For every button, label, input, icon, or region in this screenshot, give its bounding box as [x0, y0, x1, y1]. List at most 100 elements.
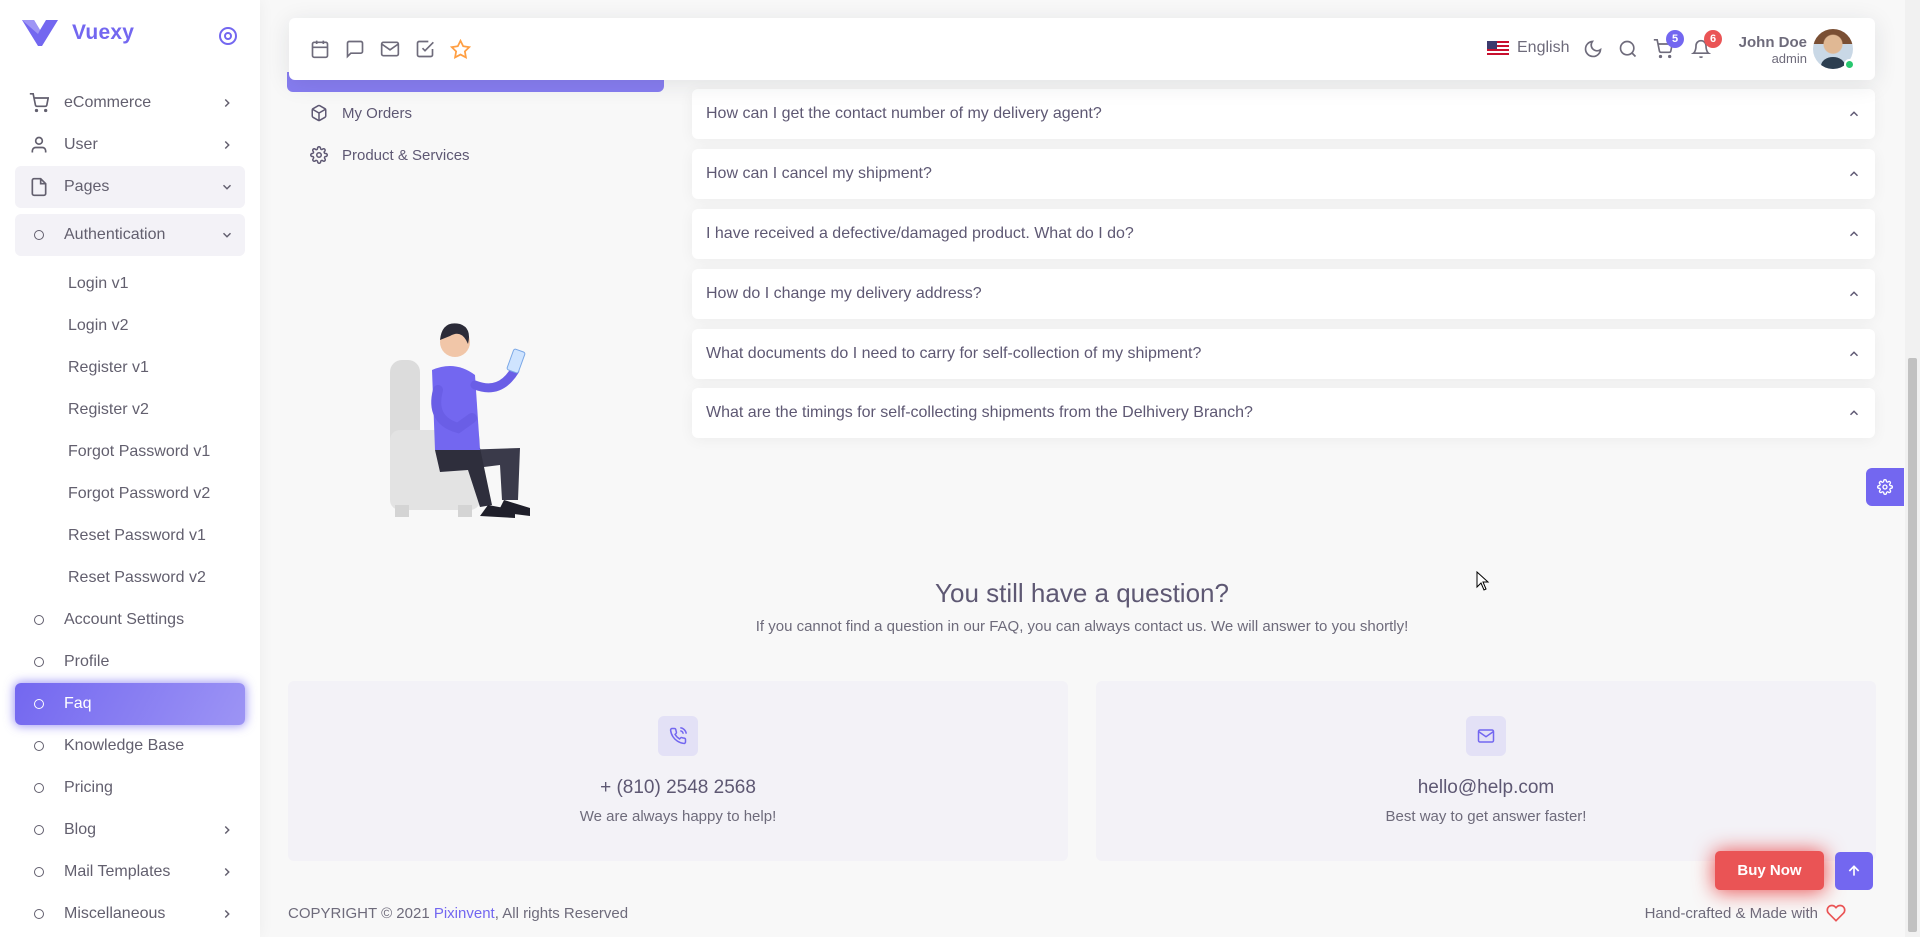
- online-status-dot: [1844, 59, 1855, 70]
- circle-icon: [28, 693, 50, 715]
- sidebar: Vuexy eCommerce User Pages Authenticatio…: [0, 0, 260, 937]
- sidebar-item-miscellaneous[interactable]: Miscellaneous: [15, 893, 245, 935]
- sidebar-item-label: User: [64, 136, 98, 153]
- chevron-right-icon: [219, 864, 235, 880]
- sidebar-subitem-forgot-password-v2[interactable]: Forgot Password v2: [68, 482, 210, 506]
- faq-illustration: [390, 323, 530, 518]
- sidebar-item-mail-templates[interactable]: Mail Templates: [15, 851, 245, 893]
- phone-icon: [658, 716, 698, 756]
- faq-question-item[interactable]: What documents do I need to carry for se…: [692, 329, 1875, 379]
- calendar-icon[interactable]: [309, 38, 331, 60]
- chevron-right-icon: [219, 137, 235, 153]
- brand-name: Vuexy: [72, 21, 135, 44]
- check-square-icon[interactable]: [414, 38, 436, 60]
- email-address[interactable]: hello@help.com: [1096, 777, 1876, 799]
- phone-note: We are always happy to help!: [579, 808, 777, 825]
- contact-section-subtitle: If you cannot find a question in our FAQ…: [755, 618, 1409, 635]
- sidebar-item-pages[interactable]: Pages: [15, 166, 245, 208]
- faq-question-item[interactable]: I have received a defective/damaged prod…: [692, 209, 1875, 259]
- bell-icon[interactable]: 6: [1690, 30, 1722, 60]
- moon-icon[interactable]: [1582, 38, 1604, 60]
- message-square-icon[interactable]: [344, 38, 366, 60]
- language-selector[interactable]: English: [1487, 39, 1569, 57]
- theme-customizer-toggle[interactable]: [1866, 468, 1904, 506]
- page-scrollbar[interactable]: [1905, 0, 1920, 937]
- faq-nav-label: My Orders: [342, 104, 413, 122]
- sidebar-item-label: Faq: [64, 695, 92, 712]
- faq-question-text: How do I change my delivery address?: [706, 285, 982, 302]
- email-contact-card: hello@help.com Best way to get answer fa…: [1096, 681, 1876, 861]
- scrollbar-thumb[interactable]: [1908, 358, 1917, 932]
- sidebar-item-profile[interactable]: Profile: [15, 641, 245, 683]
- sidebar-subitem-login-v1[interactable]: Login v1: [68, 272, 129, 296]
- email-note: Best way to get answer faster!: [1385, 808, 1587, 825]
- sidebar-item-label: Authentication: [64, 226, 166, 243]
- chevron-right-icon: [219, 95, 235, 111]
- buy-now-button[interactable]: Buy Now: [1715, 851, 1824, 890]
- sidebar-item-knowledge-base[interactable]: Knowledge Base: [15, 725, 245, 767]
- chevron-up-icon: [1847, 107, 1861, 121]
- mail-icon: [1466, 716, 1506, 756]
- scroll-to-top-button[interactable]: [1835, 852, 1873, 890]
- package-icon: [310, 104, 328, 122]
- chevron-down-icon: [219, 227, 235, 243]
- settings-icon: [310, 146, 328, 164]
- faq-nav-product-services[interactable]: Product & Services: [310, 146, 470, 164]
- user-name[interactable]: John Doe: [1739, 34, 1807, 51]
- sidebar-item-label: Pricing: [64, 779, 113, 796]
- chevron-up-icon: [1847, 406, 1861, 420]
- chevron-up-icon: [1847, 347, 1861, 361]
- faq-nav-my-orders[interactable]: My Orders: [310, 104, 412, 122]
- chevron-up-icon: [1847, 167, 1861, 181]
- sidebar-item-label: Mail Templates: [64, 863, 171, 880]
- sidebar-item-blog[interactable]: Blog: [15, 809, 245, 851]
- faq-question-item[interactable]: How can I cancel my shipment?: [692, 149, 1875, 199]
- copyright-text: COPYRIGHT © 2021: [288, 905, 430, 922]
- circle-icon: [28, 609, 50, 631]
- sidebar-subitem-forgot-password-v1[interactable]: Forgot Password v1: [68, 440, 210, 464]
- chevron-right-icon: [219, 822, 235, 838]
- sidebar-subitem-reset-password-v1[interactable]: Reset Password v1: [68, 524, 206, 548]
- mouse-cursor-icon: [1476, 571, 1490, 591]
- sidebar-item-authentication[interactable]: Authentication: [15, 214, 245, 256]
- notification-count-badge: 6: [1704, 30, 1722, 48]
- faq-question-text: What are the timings for self-collecting…: [706, 404, 1253, 421]
- faq-question-text: What documents do I need to carry for se…: [706, 345, 1202, 362]
- sidebar-subitem-register-v2[interactable]: Register v2: [68, 398, 149, 422]
- sidebar-item-pricing[interactable]: Pricing: [15, 767, 245, 809]
- cart-icon: [28, 92, 50, 114]
- circle-icon: [28, 903, 50, 925]
- faq-question-item[interactable]: How can I get the contact number of my d…: [692, 89, 1875, 139]
- sidebar-item-user[interactable]: User: [15, 124, 245, 166]
- company-link[interactable]: Pixinvent: [434, 905, 495, 922]
- chevron-down-icon: [219, 179, 235, 195]
- file-icon: [28, 176, 50, 198]
- circle-icon: [28, 651, 50, 673]
- footer-copyright: COPYRIGHT © 2021 Pixinvent, All rights R…: [288, 905, 628, 922]
- settings-icon: [1877, 479, 1893, 495]
- phone-number[interactable]: + (810) 2548 2568: [288, 777, 1068, 799]
- faq-question-item[interactable]: How do I change my delivery address?: [692, 269, 1875, 319]
- sidebar-item-label: eCommerce: [64, 94, 152, 111]
- faq-question-item[interactable]: What are the timings for self-collecting…: [692, 388, 1875, 438]
- sidebar-item-account-settings[interactable]: Account Settings: [15, 599, 245, 641]
- us-flag-icon: [1487, 40, 1509, 56]
- sidebar-subitem-reset-password-v2[interactable]: Reset Password v2: [68, 566, 206, 590]
- sidebar-item-ecommerce[interactable]: eCommerce: [15, 82, 245, 124]
- faq-nav-label: Product & Services: [342, 146, 470, 164]
- sidebar-collapse-toggle[interactable]: [219, 27, 237, 45]
- user-role: admin: [1771, 51, 1807, 66]
- sidebar-subitem-register-v1[interactable]: Register v1: [68, 356, 149, 380]
- mail-icon[interactable]: [379, 38, 401, 60]
- search-icon[interactable]: [1617, 38, 1639, 60]
- cart-icon[interactable]: 5: [1652, 30, 1684, 60]
- faq-question-text: I have received a defective/damaged prod…: [706, 225, 1134, 242]
- user-icon: [28, 134, 50, 156]
- vuexy-logo-icon: [22, 20, 58, 46]
- sidebar-subitem-login-v2[interactable]: Login v2: [68, 314, 129, 338]
- sidebar-item-label: Account Settings: [64, 611, 185, 628]
- sidebar-item-faq[interactable]: Faq: [15, 683, 245, 725]
- star-icon[interactable]: [449, 38, 471, 60]
- brand[interactable]: Vuexy: [22, 20, 134, 46]
- sidebar-item-label: Pages: [64, 178, 110, 195]
